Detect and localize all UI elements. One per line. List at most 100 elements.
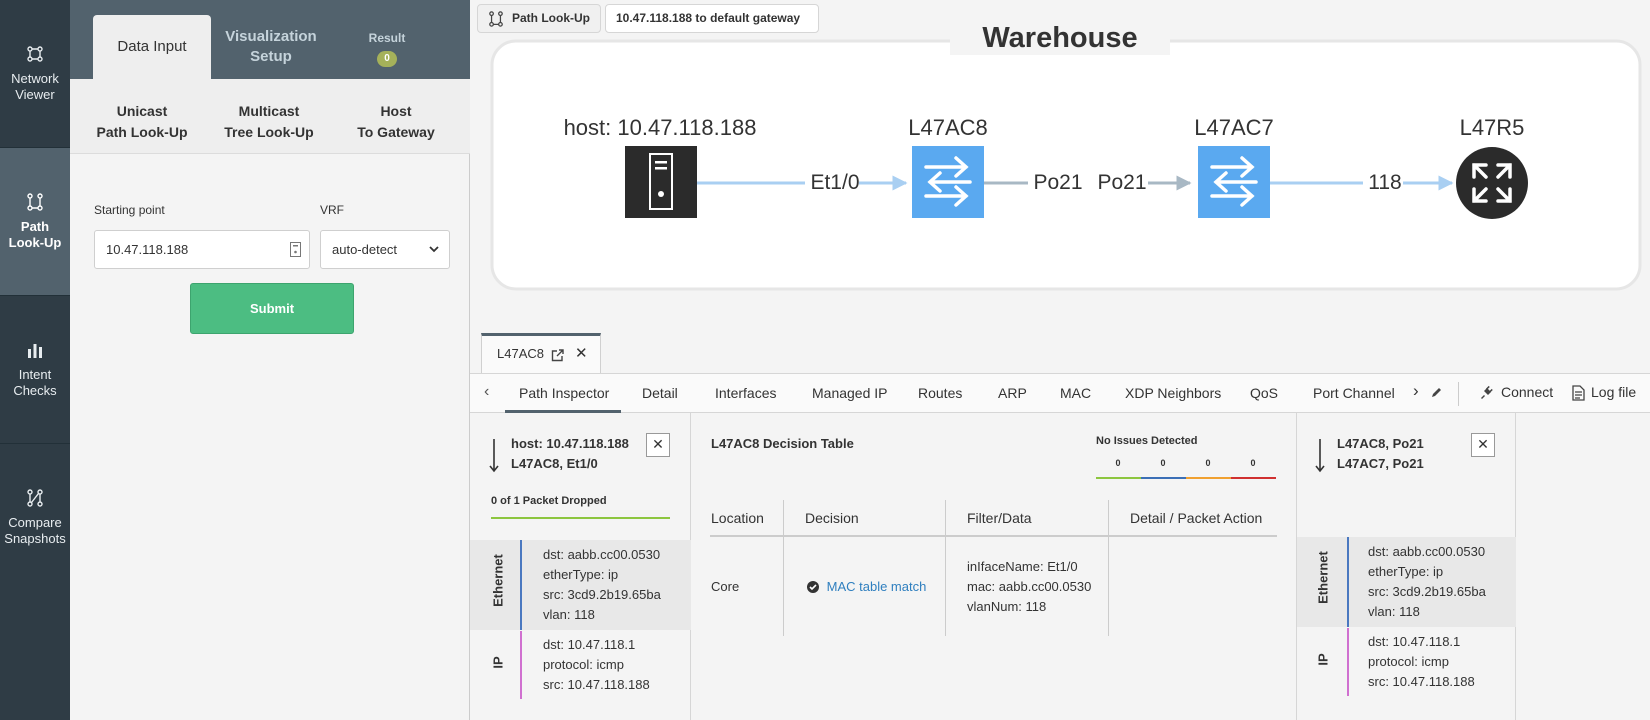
field-value: etherType: ip <box>1368 564 1444 579</box>
device-tab-l47ac8[interactable]: L47AC8 ✕ <box>481 333 601 374</box>
external-link-icon[interactable] <box>551 349 564 362</box>
path-lookup-icon <box>489 11 503 27</box>
starting-point-input[interactable]: 10.47.118.188 <box>94 230 310 269</box>
chevron-down-icon <box>429 246 439 253</box>
layer-bar-pink <box>520 631 522 699</box>
subtab-unicast[interactable]: Unicast Path Look-Up <box>80 101 204 143</box>
column-header: Location <box>710 500 784 537</box>
subtab-label: Tree Look-Up <box>224 124 314 140</box>
tab-arp[interactable]: ARP <box>998 385 1027 401</box>
tab-label: Data Input <box>117 38 187 55</box>
rail-label: Path <box>20 218 50 234</box>
vrf-select[interactable]: auto-detect <box>320 230 450 269</box>
starting-point-value: 10.47.118.188 <box>106 242 189 257</box>
rail-label: Network <box>11 70 59 86</box>
filter-value: mac: aabb.cc00.0530 <box>967 578 1092 594</box>
close-icon: ✕ <box>652 436 664 452</box>
tab-label: Result <box>368 30 406 45</box>
log-file-button[interactable]: Log file <box>1572 384 1636 401</box>
ip-fields: dst: 10.47.118.1 protocol: icmp src: 10.… <box>1368 632 1475 692</box>
issue-count: 0 <box>1250 458 1256 468</box>
topology-diagram <box>490 39 1642 291</box>
column-divider <box>783 500 784 636</box>
field-value: protocol: icmp <box>1368 654 1449 669</box>
tab-xdp-neighbors[interactable]: XDP Neighbors <box>1125 385 1221 401</box>
subtab-label: To Gateway <box>357 124 435 140</box>
rail-path-lookup[interactable]: Path Look-Up <box>0 148 70 295</box>
issue-count: 0 <box>1160 458 1166 468</box>
layer-bar-blue <box>1347 537 1349 627</box>
progress-bar <box>491 517 670 519</box>
tab-port-channel[interactable]: Port Channel <box>1313 385 1395 401</box>
rail-label: Checks <box>13 382 57 398</box>
tab-data-input[interactable]: Data Input <box>93 15 211 79</box>
node-label: L47AC8 <box>908 115 988 140</box>
pencil-icon[interactable] <box>1430 386 1443 399</box>
tab-interfaces[interactable]: Interfaces <box>715 385 776 401</box>
subtab-label: Unicast <box>116 103 168 119</box>
field-value: etherType: ip <box>543 567 619 582</box>
submit-button[interactable]: Submit <box>190 283 354 334</box>
rail-label: Intent <box>18 366 52 382</box>
ip-label: IP <box>1315 653 1331 666</box>
decision-table-title: L47AC8 Decision Table <box>711 436 854 451</box>
ethernet-label: Ethernet <box>490 554 506 607</box>
tab-result[interactable]: Result 0 <box>332 15 442 79</box>
subtab-label: Multicast <box>238 103 300 119</box>
tab-visualization-setup[interactable]: Visualization Setup <box>211 15 331 79</box>
path-lookup-chip[interactable]: Path Look-Up <box>477 4 601 33</box>
column-header: Filter/Data <box>947 500 1110 537</box>
rail-label: Compare <box>8 514 62 530</box>
query-chip[interactable]: 10.47.118.188 to default gateway <box>605 4 819 33</box>
result-count-badge: 0 <box>377 50 397 67</box>
connect-label: Connect <box>1501 384 1554 400</box>
close-icon: ✕ <box>1477 436 1489 452</box>
column-divider <box>1108 500 1109 636</box>
tab-label: Visualization <box>225 28 317 45</box>
plug-icon <box>1481 385 1493 399</box>
switch-node-l47ac8[interactable] <box>912 146 984 218</box>
subtab-label: Path Look-Up <box>96 124 188 140</box>
rail-label: Look-Up <box>8 234 62 250</box>
issue-count: 0 <box>1205 458 1211 468</box>
rail-compare-snapshots[interactable]: Compare Snapshots <box>0 444 70 591</box>
compare-icon <box>27 488 43 507</box>
close-hop-button[interactable]: ✕ <box>646 433 670 457</box>
chevron-left-icon[interactable]: ‹ <box>484 383 489 401</box>
link-label: Et1/0 <box>810 171 860 194</box>
rail-intent-checks[interactable]: Intent Checks <box>0 296 70 443</box>
tab-path-inspector[interactable]: Path Inspector <box>519 385 609 401</box>
connect-button[interactable]: Connect <box>1478 384 1553 400</box>
filter-value: vlanNum: 118 <box>967 598 1047 614</box>
subtab-host-to-gateway[interactable]: Host To Gateway <box>334 101 458 143</box>
inspector-nav: ‹ Path Inspector Detail Interfaces Manag… <box>470 373 1650 413</box>
link-label: 118 <box>1368 171 1402 194</box>
server-node[interactable] <box>625 146 697 218</box>
tab-managed-ip[interactable]: Managed IP <box>812 385 888 401</box>
issue-bar-blue <box>1141 477 1186 479</box>
decision-link[interactable]: MAC table match <box>827 579 927 594</box>
ip-fields: dst: 10.47.118.1 protocol: icmp src: 10.… <box>543 635 650 695</box>
node-label: L47R5 <box>1459 115 1525 140</box>
tab-detail[interactable]: Detail <box>642 385 678 401</box>
location-cell: Core <box>711 578 740 594</box>
field-value: vlan: 118 <box>543 607 595 622</box>
tab-routes[interactable]: Routes <box>918 385 962 401</box>
router-node-l47r5[interactable] <box>1456 147 1528 219</box>
tab-qos[interactable]: QoS <box>1250 385 1278 401</box>
file-icon <box>1572 385 1585 401</box>
switch-node-l47ac7[interactable] <box>1198 146 1270 218</box>
rail-network-viewer[interactable]: Network Viewer <box>0 0 70 147</box>
field-value: dst: aabb.cc00.0530 <box>543 547 661 562</box>
close-hop-button[interactable]: ✕ <box>1471 433 1495 457</box>
issue-bar-orange <box>1186 477 1231 479</box>
packet-dropped-label: 0 of 1 Packet Dropped <box>491 495 607 507</box>
subtab-multicast[interactable]: Multicast Tree Look-Up <box>207 101 331 143</box>
arrow-down-icon <box>489 439 499 473</box>
hop-1-device: L47AC8, Et1/0 <box>511 456 598 471</box>
chevron-right-icon[interactable]: › <box>1413 381 1419 401</box>
rail-label: Viewer <box>15 86 55 102</box>
close-icon[interactable]: ✕ <box>575 336 588 372</box>
tab-mac[interactable]: MAC <box>1060 385 1091 401</box>
hop-2-dest: L47AC7, Po21 <box>1337 456 1424 471</box>
